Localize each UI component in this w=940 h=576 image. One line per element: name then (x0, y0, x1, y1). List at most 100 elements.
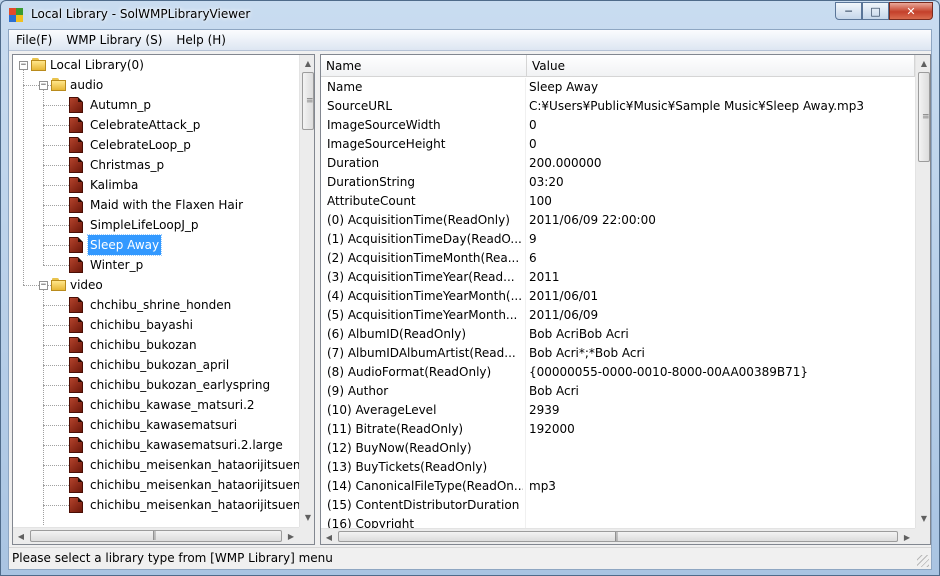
tree-vertical-thumb[interactable]: ≡ (302, 72, 314, 130)
tree-item-video[interactable]: chchibu_shrine_honden (13, 295, 299, 315)
column-header-name[interactable]: Name (321, 55, 527, 77)
collapse-toggle-icon[interactable]: − (39, 81, 48, 90)
property-row[interactable]: (7) AlbumIDAlbumArtist(Read... Bob Acri*;… (321, 344, 915, 363)
tree-item-label: Kalimba (90, 178, 139, 192)
tree-item-audio[interactable]: Winter_p (13, 255, 299, 275)
tree-item-audio[interactable]: SimpleLifeLoopJ_p (13, 215, 299, 235)
property-row[interactable]: Duration 200.000000 (321, 154, 915, 173)
grid-vertical-scrollbar[interactable]: ▲ ≡ ▼ (915, 55, 930, 528)
tree-item-audio[interactable]: Maid with the Flaxen Hair (13, 195, 299, 215)
property-row[interactable]: (1) AcquisitionTimeDay(ReadO... 9 (321, 230, 915, 249)
property-value-cell: Bob Acri*;*Bob Acri (529, 346, 645, 360)
property-row[interactable]: (14) CanonicalFileType(ReadOn... mp3 (321, 477, 915, 496)
column-header-value[interactable]: Value (527, 55, 915, 77)
scroll-up-arrow-icon[interactable]: ▲ (300, 55, 314, 72)
grid-vertical-thumb[interactable]: ≡ (918, 72, 930, 162)
property-row[interactable]: ImageSourceHeight 0 (321, 135, 915, 154)
tree-item-video[interactable]: chichibu_meisenkan_hataorijitsuen (13, 455, 299, 475)
scroll-left-arrow-icon[interactable]: ◀ (321, 529, 337, 544)
tree-item-video[interactable]: chichibu_kawasematsuri (13, 415, 299, 435)
tree-item-video[interactable]: chichibu_bukozan_april (13, 355, 299, 375)
tree-root-local-library[interactable]: − Local Library(0) (13, 55, 299, 75)
media-file-icon (69, 417, 83, 433)
property-row[interactable]: (11) Bitrate(ReadOnly) 192000 (321, 420, 915, 439)
scroll-down-arrow-icon[interactable]: ▼ (916, 510, 930, 527)
tree-item-video[interactable]: chichibu_bukozan_earlyspring (13, 375, 299, 395)
tree-item-audio[interactable]: CelebrateLoop_p (13, 135, 299, 155)
media-file-icon (69, 297, 83, 313)
scroll-left-arrow-icon[interactable]: ◀ (13, 528, 29, 544)
menu-wmp-library[interactable]: WMP Library (S) (59, 30, 169, 51)
property-row[interactable]: Name Sleep Away (321, 78, 915, 97)
library-tree[interactable]: − Local Library(0) − audio Autumn_p Celebrate… (12, 54, 315, 545)
resize-grip-icon[interactable] (917, 555, 929, 567)
property-row[interactable]: (4) AcquisitionTimeYearMonth(... 2011/06/… (321, 287, 915, 306)
tree-item-video[interactable]: chichibu_kawasematsuri.2.large (13, 435, 299, 455)
tree-item-video[interactable]: chichibu_meisenkan_hataorijitsuen (13, 475, 299, 495)
tree-connector-line (43, 365, 71, 366)
property-value-cell: 0 (529, 118, 537, 132)
property-row[interactable]: DurationString 03:20 (321, 173, 915, 192)
property-row[interactable]: AttributeCount 100 (321, 192, 915, 211)
scroll-right-arrow-icon[interactable]: ▶ (899, 529, 915, 544)
media-file-icon (69, 117, 83, 133)
tree-vertical-scrollbar[interactable]: ▲ ≡ ▼ (299, 55, 314, 527)
app-icon (9, 8, 23, 22)
tree-item-label: video (70, 278, 103, 292)
tree-item-audio[interactable]: Christmas_p (13, 155, 299, 175)
tree-item-video[interactable]: chichibu_kawase_matsuri.2 (13, 395, 299, 415)
title-bar[interactable]: Local Library - SolWMPLibraryViewer ─ □ … (1, 1, 939, 29)
tree-item-audio[interactable]: CelebrateAttack_p (13, 115, 299, 135)
property-row[interactable]: (0) AcquisitionTime(ReadOnly) 2011/06/09 … (321, 211, 915, 230)
tree-folder-video[interactable]: − video (13, 275, 299, 295)
property-row[interactable]: (9) Author Bob Acri (321, 382, 915, 401)
column-divider (525, 306, 526, 325)
property-row[interactable]: (8) AudioFormat(ReadOnly) {00000055-0000-… (321, 363, 915, 382)
scroll-down-arrow-icon[interactable]: ▼ (300, 509, 314, 526)
property-row[interactable]: (6) AlbumID(ReadOnly) Bob AcriBob Acri (321, 325, 915, 344)
property-name-cell: (12) BuyNow(ReadOnly) (327, 441, 472, 455)
tree-folder-audio[interactable]: − audio (13, 75, 299, 95)
media-file-icon (69, 337, 83, 353)
menu-file[interactable]: File(F) (9, 30, 59, 51)
tree-item-label: chichibu_kawasematsuri.2.large (90, 438, 283, 452)
property-value-cell: mp3 (529, 479, 556, 493)
property-value-cell: 0 (529, 137, 537, 151)
minimize-button[interactable]: ─ (835, 2, 862, 20)
property-row[interactable]: SourceURL C:¥Users¥Public¥Music¥Sample Mu… (321, 97, 915, 116)
property-row[interactable]: (12) BuyNow(ReadOnly) (321, 439, 915, 458)
collapse-toggle-icon[interactable]: − (19, 61, 28, 70)
property-value-cell: 2011/06/09 22:00:00 (529, 213, 656, 227)
tree-item-label: chichibu_bayashi (90, 318, 193, 332)
property-row[interactable]: ImageSourceWidth 0 (321, 116, 915, 135)
property-row[interactable]: (10) AverageLevel 2939 (321, 401, 915, 420)
property-row[interactable]: (5) AcquisitionTimeYearMonth... 2011/06/0… (321, 306, 915, 325)
grid-horizontal-scrollbar[interactable]: ◀ ‖ ▶ (321, 528, 915, 544)
tree-item-video[interactable]: chichibu_meisenkan_hataorijitsuen (13, 495, 299, 515)
scroll-right-arrow-icon[interactable]: ▶ (283, 528, 299, 544)
tree-item-audio[interactable]: Sleep Away (13, 234, 299, 256)
property-row[interactable]: (2) AcquisitionTimeMonth(Rea... 6 (321, 249, 915, 268)
tree-horizontal-thumb[interactable]: ‖ (30, 530, 282, 542)
tree-item-video[interactable]: chichibu_bukozan (13, 335, 299, 355)
property-row[interactable]: (13) BuyTickets(ReadOnly) (321, 458, 915, 477)
menu-help[interactable]: Help (H) (169, 30, 233, 51)
tree-connector-line (43, 305, 71, 306)
scroll-up-arrow-icon[interactable]: ▲ (916, 55, 930, 72)
property-grid[interactable]: Name Value Name Sleep Away SourceURL C:¥Use… (320, 54, 931, 545)
tree-item-label: CelebrateAttack_p (90, 118, 201, 132)
property-row[interactable]: (16) Copyright (321, 515, 915, 528)
tree-item-audio[interactable]: Autumn_p (13, 95, 299, 115)
grid-horizontal-thumb[interactable]: ‖ (338, 531, 898, 542)
tree-item-video[interactable]: chichibu_bayashi (13, 315, 299, 335)
property-row[interactable]: (15) ContentDistributorDuration (321, 496, 915, 515)
tree-horizontal-scrollbar[interactable]: ◀ ‖ ▶ (13, 527, 299, 544)
minimize-icon: ─ (845, 4, 852, 18)
tree-connector-line (43, 125, 71, 126)
property-row[interactable]: (3) AcquisitionTimeYear(Read... 2011 (321, 268, 915, 287)
collapse-toggle-icon[interactable]: − (39, 281, 48, 290)
maximize-button[interactable]: □ (862, 2, 889, 20)
tree-item-label: Autumn_p (90, 98, 152, 112)
close-button[interactable]: ✕ (889, 2, 933, 20)
tree-item-audio[interactable]: Kalimba (13, 175, 299, 195)
